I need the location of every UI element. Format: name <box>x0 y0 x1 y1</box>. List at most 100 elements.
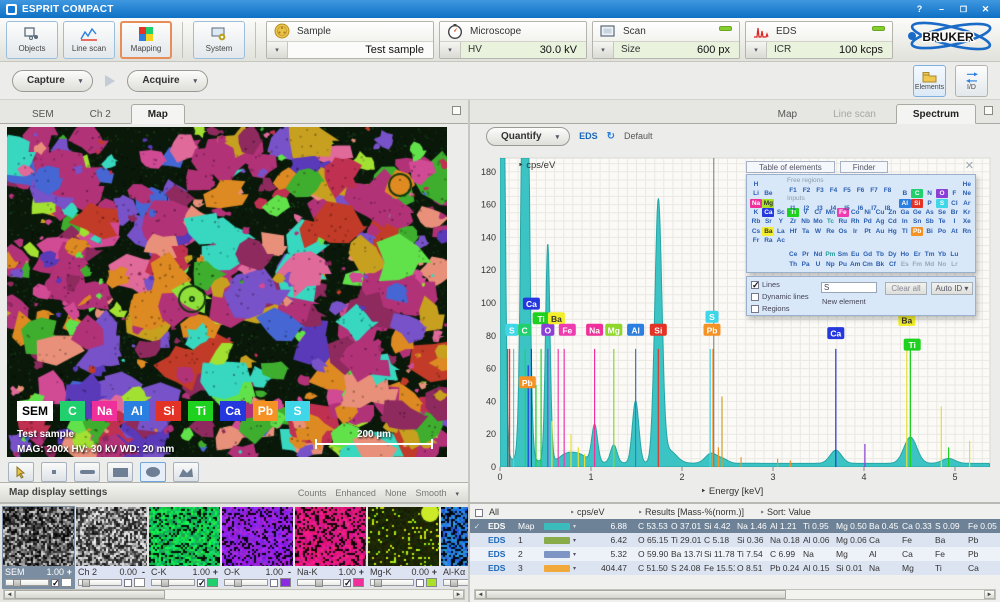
row-color[interactable]: ▾ <box>544 551 584 558</box>
free-region-f5[interactable]: F5 <box>841 186 853 195</box>
pt-element-ru[interactable]: Ru <box>837 217 849 226</box>
pt-element-cm[interactable]: Cm <box>862 260 874 269</box>
pt-element-yb[interactable]: Yb <box>936 250 948 259</box>
pt-element-lr[interactable]: Lr <box>948 260 960 269</box>
clear-all-button[interactable]: Clear all <box>885 282 927 295</box>
channel-slider[interactable] <box>78 579 122 586</box>
pt-element-mo[interactable]: Mo <box>812 217 824 226</box>
panel-maximize-icon[interactable] <box>452 106 461 115</box>
size-value[interactable]: 600 px <box>697 44 739 56</box>
pt-element-at[interactable]: At <box>948 227 960 236</box>
point-tool-button[interactable] <box>41 462 67 482</box>
pt-element-ne[interactable]: Ne <box>961 189 973 198</box>
pt-element-rh[interactable]: Rh <box>849 217 861 226</box>
result-row-1[interactable]: EDS1▾6.42O 65.15Ti 29.01C 5.18Si 0.36Na … <box>470 533 1000 547</box>
result-row-2[interactable]: EDS2▾5.32O 59.90Ba 13.78Si 11.78Ti 7.54C… <box>470 547 1000 561</box>
tab-map-right[interactable]: Map <box>762 105 813 123</box>
channel-visible-checkbox[interactable] <box>197 579 205 587</box>
pt-element-am[interactable]: Am <box>849 260 861 269</box>
line-tool-button[interactable] <box>74 462 100 482</box>
help-button[interactable] <box>911 4 928 14</box>
scrollbar-thumb[interactable] <box>15 590 165 599</box>
table-of-elements-tab[interactable]: Table of elements <box>746 161 835 173</box>
thumbnail-image[interactable] <box>222 507 293 566</box>
pt-element-re[interactable]: Re <box>824 227 836 236</box>
channel-thumbnail-sem[interactable]: SEM1.00+ <box>2 506 75 589</box>
input-region-i6[interactable]: I6 <box>855 204 867 213</box>
pt-element-s[interactable]: S <box>936 199 948 208</box>
scrollbar-thumb[interactable] <box>486 590 786 599</box>
thumbnail-image[interactable] <box>441 507 470 566</box>
pt-element-bi[interactable]: Bi <box>924 227 936 236</box>
input-region-i2[interactable]: I2 <box>801 204 813 213</box>
polygon-tool-button[interactable] <box>173 462 199 482</box>
scroll-left-icon[interactable] <box>475 590 486 599</box>
pt-element-na[interactable]: Na <box>750 199 762 208</box>
pt-element-sb[interactable]: Sb <box>924 217 936 226</box>
pt-element-cl[interactable]: Cl <box>948 199 960 208</box>
pt-element-fr[interactable]: Fr <box>750 236 762 245</box>
minimize-button[interactable] <box>933 4 950 14</box>
channel-weight-stepper[interactable]: - <box>137 567 145 577</box>
channel-slider[interactable] <box>370 579 414 586</box>
pt-element-po[interactable]: Po <box>936 227 948 236</box>
pt-element-ba[interactable]: Ba <box>762 227 774 236</box>
ellipse-tool-button[interactable] <box>140 462 166 482</box>
pt-element-tm[interactable]: Tm <box>924 250 936 259</box>
refresh-icon[interactable] <box>607 131 615 142</box>
checkbox-dynamic-lines[interactable]: Dynamic lines <box>751 292 809 301</box>
pt-element-k[interactable]: K <box>750 208 762 217</box>
pt-element-p[interactable]: P <box>924 199 936 208</box>
pt-element-i[interactable]: I <box>948 217 960 226</box>
channel-thumbnail-na-k[interactable]: Na-K1.00+ <box>294 506 367 589</box>
acquire-dropdown-icon[interactable] <box>194 75 198 86</box>
pt-element-in[interactable]: In <box>899 217 911 226</box>
pt-element-pa[interactable]: Pa <box>800 260 812 269</box>
pt-element-rn[interactable]: Rn <box>961 227 973 236</box>
pt-element-te[interactable]: Te <box>936 217 948 226</box>
pt-element-ir[interactable]: Ir <box>849 227 861 236</box>
system-button[interactable]: System <box>193 21 245 59</box>
input-region-i4[interactable]: I4 <box>828 204 840 213</box>
slider-thumb[interactable] <box>315 579 323 587</box>
pt-element-hf[interactable]: Hf <box>787 227 799 236</box>
pt-element-pu[interactable]: Pu <box>837 260 849 269</box>
slider-thumb[interactable] <box>82 579 90 587</box>
pt-element-cs[interactable]: Cs <box>750 227 762 236</box>
pt-element-ho[interactable]: Ho <box>899 250 911 259</box>
input-region-i8[interactable]: I8 <box>882 204 894 213</box>
scroll-right-icon[interactable] <box>453 590 464 599</box>
channel-weight-value[interactable]: 1.00 <box>192 567 210 577</box>
pt-element-y[interactable]: Y <box>775 217 787 226</box>
channel-weight-stepper[interactable]: + <box>429 567 437 577</box>
row-color[interactable]: ▾ <box>544 565 584 572</box>
thumbnail-image[interactable] <box>149 507 220 566</box>
result-row-3[interactable]: EDS3▾404.47C 51.50S 24.08Fe 15.51O 8.51P… <box>470 561 1000 575</box>
pt-element-kr[interactable]: Kr <box>961 208 973 217</box>
channel-weight-stepper[interactable]: + <box>210 567 218 577</box>
channel-visible-checkbox[interactable] <box>270 579 278 587</box>
channel-weight-value[interactable]: 1.00 <box>46 567 64 577</box>
pt-element-sc[interactable]: Sc <box>775 208 787 217</box>
sort-column-header[interactable]: Sort: Value <box>760 507 811 517</box>
channel-weight-stepper[interactable]: + <box>64 567 72 577</box>
pt-element-ar[interactable]: Ar <box>961 199 973 208</box>
pt-element-tl[interactable]: Tl <box>899 227 911 236</box>
capture-button[interactable]: Capture <box>12 70 93 92</box>
pt-element-la[interactable]: La <box>775 227 787 236</box>
channel-weight-value[interactable]: 0.00 <box>119 567 137 577</box>
channel-visible-checkbox[interactable] <box>416 579 424 587</box>
pt-element-os[interactable]: Os <box>837 227 849 236</box>
channel-thumbnail-o-k[interactable]: O-K1.00- <box>221 506 294 589</box>
channel-weight-stepper[interactable]: - <box>283 567 291 577</box>
line-scan-button[interactable]: Line scan <box>63 21 115 59</box>
input-region-i1[interactable]: I1 <box>787 204 799 213</box>
channel-weight-stepper[interactable]: + <box>356 567 364 577</box>
pt-element-ca[interactable]: Ca <box>762 208 774 217</box>
pt-element-ga[interactable]: Ga <box>899 208 911 217</box>
free-region-f6[interactable]: F6 <box>855 186 867 195</box>
tab-sem[interactable]: SEM <box>16 105 70 123</box>
rectangle-tool-button[interactable] <box>107 462 133 482</box>
restore-button[interactable] <box>955 4 972 14</box>
channel-slider[interactable] <box>224 579 268 586</box>
